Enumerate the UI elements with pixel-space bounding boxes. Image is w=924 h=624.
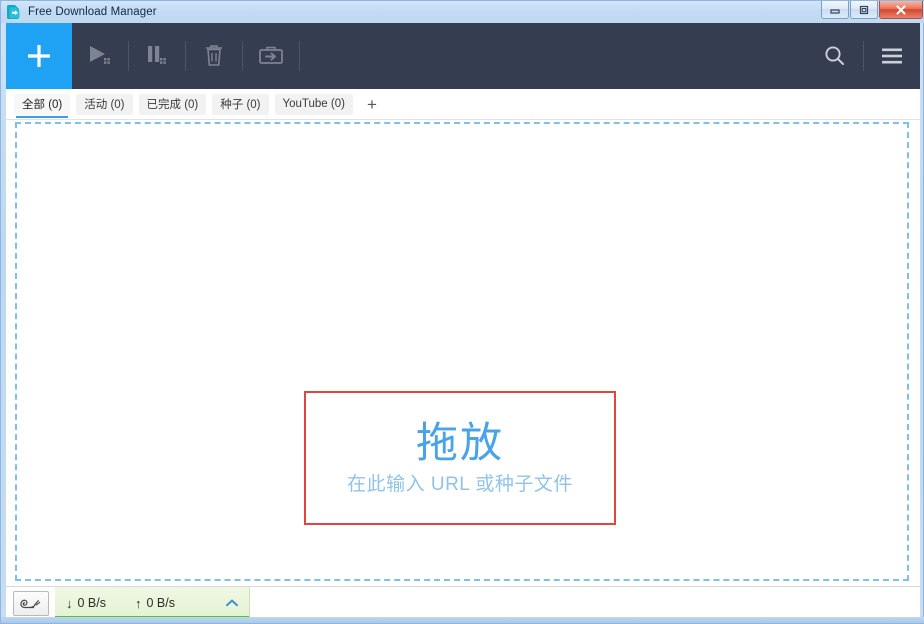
downloads-content-area: 拖放 在此输入 URL 或种子文件 [6, 120, 920, 586]
play-all-icon [90, 46, 110, 64]
status-expander-button[interactable] [224, 597, 240, 609]
trash-icon [206, 45, 222, 66]
search-button[interactable] [807, 23, 863, 89]
maximize-button[interactable] [850, 1, 878, 19]
search-icon [825, 46, 844, 65]
drop-zone-subtitle: 在此输入 URL 或种子文件 [347, 474, 573, 496]
application-window: Free Download Manager 全部 (0) 活动 (0) 已完成 … [0, 0, 924, 624]
tab-label: 已完成 (0) [146, 99, 199, 111]
pause-all-icon [148, 46, 166, 64]
tab-strip: 全部 (0) 活动 (0) 已完成 (0) 种子 (0) YouTube (0)… [6, 89, 920, 120]
start-all-downloads-button[interactable] [72, 23, 128, 89]
download-speed: ↓ 0 B/s [66, 596, 106, 610]
tab-active[interactable]: 活动 (0) [76, 93, 133, 115]
tab-torrents[interactable]: 种子 (0) [212, 93, 269, 115]
window-bottom-edge [1, 617, 924, 623]
move-to-folder-button[interactable] [243, 23, 299, 89]
delete-download-button[interactable] [186, 23, 242, 89]
window-title: Free Download Manager [28, 6, 157, 18]
snail-icon [20, 599, 41, 609]
tab-label: 全部 (0) [22, 99, 63, 111]
pause-all-downloads-button[interactable] [129, 23, 185, 89]
download-speed-value: 0 B/s [77, 596, 107, 610]
tab-label: 活动 (0) [84, 99, 125, 111]
tab-label: YouTube (0) [282, 98, 345, 110]
upload-arrow-icon: ↑ [135, 595, 142, 611]
upload-speed-value: 0 B/s [146, 596, 176, 610]
main-toolbar [6, 23, 920, 89]
title-bar: Free Download Manager [1, 1, 924, 23]
tab-all[interactable]: 全部 (0) [14, 93, 71, 118]
tab-youtube[interactable]: YouTube (0) [274, 93, 353, 115]
window-controls [820, 1, 923, 21]
upload-speed: ↑ 0 B/s [135, 596, 175, 610]
transfer-speed-panel[interactable]: ↓ 0 B/s ↑ 0 B/s [55, 587, 250, 619]
hamburger-menu-icon [882, 48, 902, 64]
close-button[interactable] [879, 1, 923, 19]
app-icon [6, 4, 22, 20]
main-menu-button[interactable] [864, 23, 920, 89]
plus-icon [28, 45, 50, 67]
box-arrow-icon [259, 46, 283, 64]
chevron-up-icon [226, 599, 238, 607]
status-bar: ↓ 0 B/s ↑ 0 B/s [6, 586, 920, 619]
drop-zone-title: 拖放 [415, 418, 504, 466]
toolbar-separator [299, 41, 300, 71]
add-tab-button[interactable]: + [361, 94, 383, 115]
tab-label: 种子 (0) [220, 99, 261, 111]
add-download-button[interactable] [6, 23, 72, 89]
speed-limit-button[interactable] [13, 590, 49, 616]
tab-completed[interactable]: 已完成 (0) [138, 93, 207, 115]
minimize-button[interactable] [821, 1, 849, 19]
download-arrow-icon: ↓ [66, 595, 73, 611]
drop-target-box[interactable]: 拖放 在此输入 URL 或种子文件 [304, 391, 616, 525]
toolbar-action-group [72, 23, 300, 89]
